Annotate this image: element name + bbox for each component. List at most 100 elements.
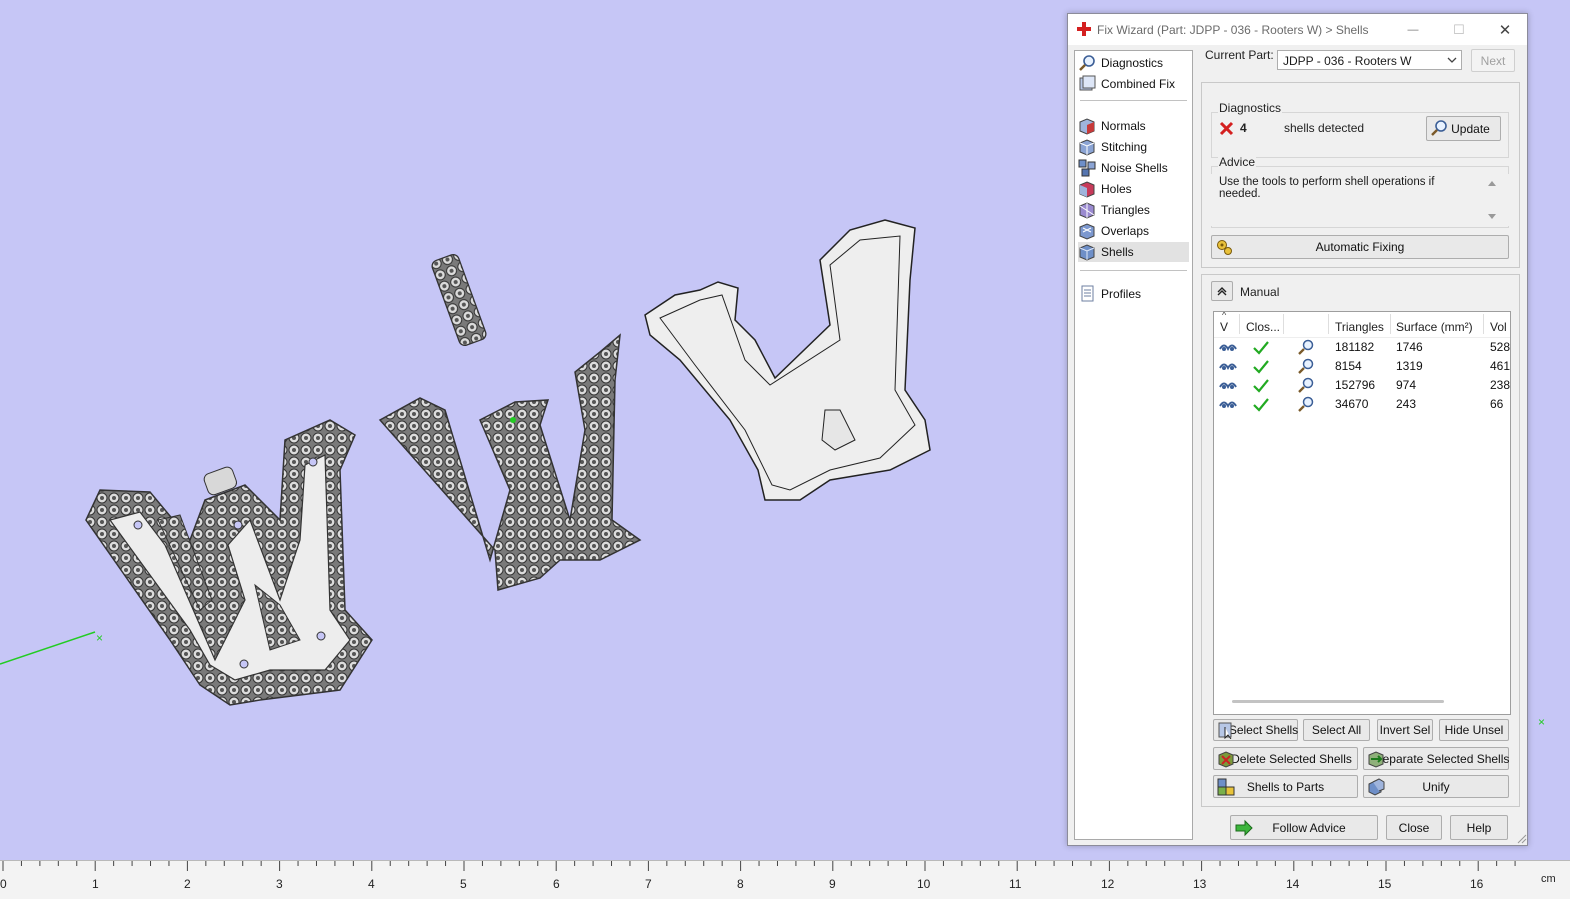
invert-selection-button[interactable]: Invert Sel (1377, 719, 1433, 741)
ruler-ticks (2, 861, 1516, 871)
title-bar[interactable]: Fix Wizard (Part: JDPP - 036 - Rooters W… (1068, 14, 1527, 45)
select-shells-button[interactable]: Select Shells (1213, 719, 1298, 741)
table-row[interactable]: 181182 1746 528 (1214, 338, 1510, 357)
automatic-fixing-label: Automatic Fixing (1315, 240, 1405, 254)
triangles-cell: 181182 (1335, 340, 1375, 354)
nav-item-holes[interactable]: Holes (1078, 179, 1189, 199)
visible-eye-icon[interactable] (1219, 339, 1237, 356)
table-row[interactable]: 34670 243 66 (1214, 395, 1510, 414)
nav-item-combined-fix[interactable]: Combined Fix (1078, 74, 1189, 94)
unify-button[interactable]: Unify (1363, 775, 1509, 798)
triangles-cell: 8154 (1335, 359, 1362, 373)
close-label: Close (1398, 820, 1430, 835)
separate-selected-shells-button[interactable]: Separate Selected Shells (1363, 747, 1509, 770)
maximize-button[interactable]: ☐ (1436, 14, 1482, 45)
nav-item-label: Noise Shells (1101, 161, 1168, 175)
column-header-triangles[interactable]: Triangles (1335, 320, 1384, 334)
shell-bail[interactable] (430, 253, 487, 347)
update-button[interactable]: Update (1426, 116, 1501, 141)
volume-cell: 461 (1490, 359, 1511, 373)
follow-advice-button[interactable]: Follow Advice (1230, 815, 1378, 840)
current-part-value: JDPP - 036 - Rooters W (1283, 54, 1412, 68)
visible-eye-icon[interactable] (1219, 377, 1237, 394)
current-part-label: Current Part: (1205, 48, 1274, 62)
maximize-icon: ☐ (1453, 21, 1465, 37)
nav-item-overlaps[interactable]: Overlaps (1078, 221, 1189, 241)
nav-item-label: Combined Fix (1101, 77, 1176, 91)
advice-section-label: Advice (1218, 155, 1257, 169)
zoom-to-icon[interactable] (1297, 396, 1315, 413)
delete-selected-label: Delete Selected Shells (1231, 751, 1352, 766)
nav-item-triangles[interactable]: Triangles (1078, 200, 1189, 220)
nav-separator (1080, 100, 1187, 101)
shell-pave-w-pendant[interactable] (85, 419, 373, 706)
column-header-volume[interactable]: Vol (1490, 320, 1507, 334)
ruler-label: 8 (737, 877, 744, 891)
overlaps-cube-icon (1079, 223, 1095, 240)
close-window-button[interactable]: ✕ (1482, 14, 1528, 45)
column-header-visible[interactable]: V (1220, 320, 1228, 334)
diagnostics-section-label: Diagnostics (1218, 101, 1283, 115)
diagnostics-message: shells detected (1284, 121, 1365, 135)
collapse-manual-button[interactable] (1211, 281, 1233, 301)
advice-scrollbar[interactable] (1487, 179, 1497, 227)
nav-item-shells[interactable]: Shells (1078, 242, 1189, 262)
normals-cube-icon (1079, 118, 1095, 135)
help-button[interactable]: Help (1450, 815, 1508, 840)
table-row[interactable]: 152796 974 238 (1214, 376, 1510, 395)
volume-cell: 238 (1490, 378, 1511, 392)
ruler-label: 11 (1009, 877, 1022, 891)
surface-cell: 974 (1396, 378, 1417, 392)
nav-item-diagnostics[interactable]: Diagnostics (1078, 53, 1189, 73)
column-header-closed[interactable]: Clos... (1246, 320, 1280, 334)
horizontal-scrollbar[interactable] (1232, 700, 1444, 703)
resize-grip-icon[interactable] (1516, 833, 1527, 844)
check-icon (1253, 360, 1269, 374)
zoom-to-icon[interactable] (1297, 377, 1315, 394)
nav-item-noise-shells[interactable]: Noise Shells (1078, 158, 1189, 178)
select-all-button[interactable]: Select All (1303, 719, 1370, 741)
nav-item-label: Diagnostics (1101, 56, 1164, 70)
nav-item-label: Overlaps (1101, 224, 1150, 238)
zoom-to-icon[interactable] (1297, 358, 1315, 375)
gears-icon (1217, 240, 1232, 255)
shell-pave-w-solid[interactable] (378, 333, 642, 591)
axis-line (0, 631, 96, 665)
ruler-label: 7 (645, 877, 652, 891)
visible-eye-icon[interactable] (1219, 396, 1237, 413)
green-arrow-icon (1235, 819, 1253, 837)
ruler-label: 4 (368, 877, 375, 891)
delete-selected-shells-button[interactable]: Delete Selected Shells (1213, 747, 1358, 770)
nav-item-profiles[interactable]: Profiles (1078, 284, 1189, 304)
check-icon (1253, 379, 1269, 393)
invert-sel-label: Invert Sel (1379, 723, 1431, 737)
nav-item-normals[interactable]: Normals (1078, 116, 1189, 136)
zoom-to-icon[interactable] (1297, 339, 1315, 356)
minimize-button[interactable]: — (1390, 14, 1436, 45)
visible-eye-icon[interactable] (1219, 358, 1237, 375)
shell-count: 4 (1240, 121, 1247, 135)
nav-item-stitching[interactable]: Stitching (1078, 137, 1189, 157)
ruler-label: 6 (553, 877, 560, 891)
table-row[interactable]: 8154 1319 461 (1214, 357, 1510, 376)
hide-unselected-button[interactable]: Hide Unsel (1439, 719, 1509, 741)
ruler-label: 2 (184, 877, 191, 891)
current-part-dropdown[interactable]: JDPP - 036 - Rooters W (1277, 50, 1462, 70)
noise-shells-icon (1078, 159, 1096, 177)
triangles-cell: 152796 (1335, 378, 1376, 392)
shells-to-parts-button[interactable]: Shells to Parts (1213, 775, 1358, 798)
automatic-fixing-button[interactable]: Automatic Fixing (1211, 235, 1509, 259)
surface-cell: 1746 (1396, 340, 1423, 354)
close-button[interactable]: Close (1386, 815, 1442, 840)
volume-cell: 528 (1490, 340, 1511, 354)
column-separator (1328, 314, 1329, 334)
shells-table: V ^ Clos... Triangles Surface (mm²) Vol … (1213, 311, 1511, 715)
next-button[interactable]: Next (1471, 49, 1515, 72)
shell-outline-w[interactable] (644, 219, 931, 501)
ruler-label: 15 (1378, 877, 1392, 891)
unify-label: Unify (1422, 779, 1450, 794)
chevron-down-icon (1447, 57, 1457, 63)
stitching-cube-icon (1079, 139, 1095, 156)
chevron-up-icon (1217, 287, 1227, 296)
column-header-surface[interactable]: Surface (mm²) (1396, 320, 1473, 334)
